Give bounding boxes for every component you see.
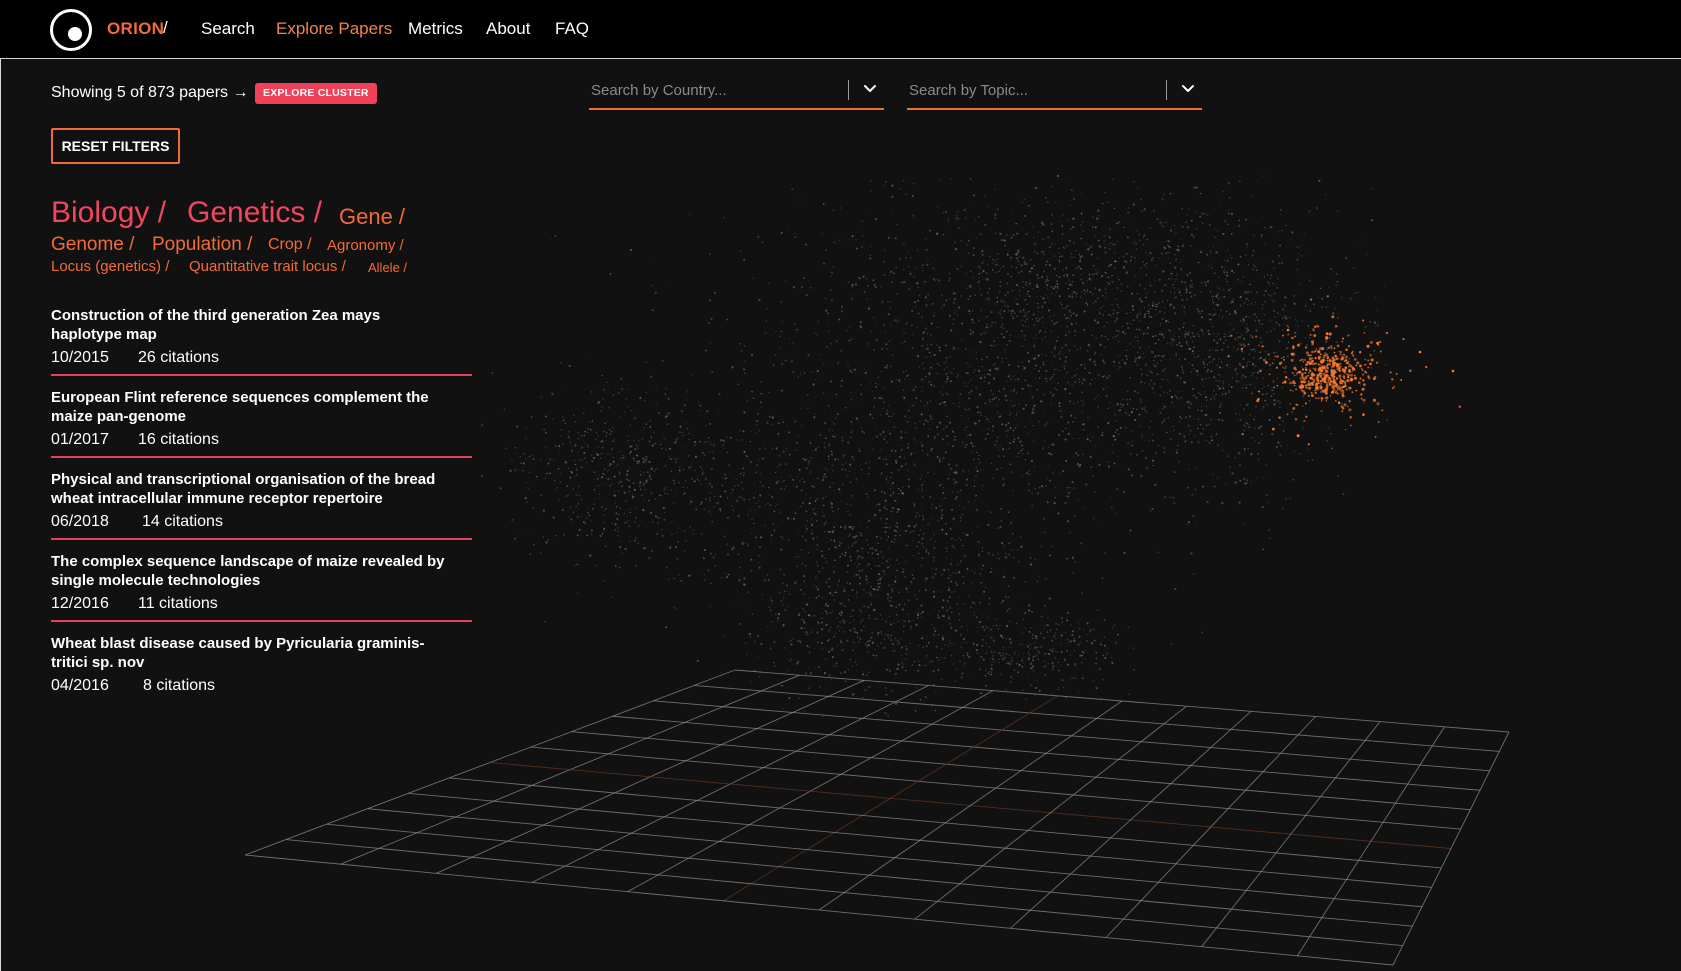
- paper-citations: 16 citations: [138, 431, 219, 448]
- paper-date: 01/2017: [51, 431, 109, 448]
- combo-separator: [1166, 80, 1167, 100]
- list-item[interactable]: Wheat blast disease caused by Pyriculari…: [51, 634, 472, 695]
- breadcrumb-genome[interactable]: Genome /: [51, 234, 134, 256]
- breadcrumb-locus-genetics[interactable]: Locus (genetics) /: [51, 258, 169, 275]
- list-item[interactable]: Construction of the third generation Zea…: [51, 306, 472, 367]
- paper-title-line: wheat intracellular immune receptor repe…: [51, 490, 383, 507]
- breadcrumb-population[interactable]: Population /: [152, 234, 252, 256]
- floor-grid: [244, 669, 1510, 966]
- divider: [51, 374, 472, 376]
- paper-title-line: tritici sp. nov: [51, 654, 145, 671]
- paper-title-line: Construction of the third generation Zea…: [51, 307, 381, 324]
- paper-title[interactable]: Wheat blast disease caused by Pyriculari…: [51, 634, 472, 672]
- paper-meta: 10/2015 26 citations: [51, 348, 472, 367]
- paper-citations: 26 citations: [138, 349, 219, 366]
- breadcrumb-genetics[interactable]: Genetics /: [187, 196, 322, 230]
- paper-title-line: Wheat blast disease caused by Pyriculari…: [51, 635, 425, 652]
- paper-citations: 8 citations: [143, 677, 216, 694]
- paper-citations: 14 citations: [142, 513, 223, 530]
- topic-search-input[interactable]: [909, 78, 1149, 102]
- breadcrumb-crop[interactable]: Crop /: [268, 236, 312, 254]
- divider: [51, 456, 472, 458]
- brand-separator: /: [163, 18, 168, 37]
- chevron-down-icon[interactable]: [862, 80, 878, 96]
- divider: [51, 538, 472, 540]
- paper-title[interactable]: Construction of the third generation Zea…: [51, 306, 472, 344]
- highlighted-cluster[interactable]: [1219, 295, 1461, 446]
- paper-title-line: maize pan-genome: [51, 408, 187, 425]
- paper-title-line: single molecule technologies: [51, 572, 261, 589]
- paper-meta: 06/2018 14 citations: [51, 512, 472, 531]
- paper-title[interactable]: European Flint reference sequences compl…: [51, 388, 472, 426]
- nav-metrics[interactable]: Metrics: [408, 19, 463, 39]
- topic-filter[interactable]: [907, 74, 1202, 110]
- country-filter[interactable]: [589, 74, 884, 110]
- paper-title[interactable]: The complex sequence landscape of maize …: [51, 552, 472, 590]
- paper-meta: 01/2017 16 citations: [51, 430, 472, 449]
- brand-name[interactable]: ORION: [107, 19, 164, 39]
- breadcrumb-agronomy[interactable]: Agronomy /: [327, 237, 404, 254]
- top-navigation-bar: ORION / Search Explore Papers Metrics Ab…: [0, 0, 1681, 59]
- list-item[interactable]: The complex sequence landscape of maize …: [51, 552, 472, 613]
- paper-title-line: haplotype map: [51, 326, 157, 343]
- list-item[interactable]: Physical and transcriptional organisatio…: [51, 470, 472, 531]
- nav-about[interactable]: About: [486, 19, 530, 39]
- paper-date: 06/2018: [51, 513, 109, 530]
- paper-meta: 12/2016 11 citations: [51, 594, 472, 613]
- results-count: Showing 5 of 873 papers →: [51, 84, 249, 101]
- breadcrumb-biology[interactable]: Biology /: [51, 196, 166, 230]
- orion-logo-icon[interactable]: [50, 9, 92, 51]
- paper-citations: 11 citations: [138, 595, 218, 612]
- paper-title-line: The complex sequence landscape of maize …: [51, 553, 445, 570]
- paper-title-line: European Flint reference sequences compl…: [51, 389, 429, 406]
- explore-cluster-button[interactable]: EXPLORE CLUSTER: [255, 83, 377, 104]
- breadcrumb-gene[interactable]: Gene /: [339, 204, 405, 230]
- paper-date: 04/2016: [51, 677, 109, 694]
- list-item[interactable]: European Flint reference sequences compl…: [51, 388, 472, 449]
- nav-search[interactable]: Search: [201, 19, 255, 39]
- nav-explore-papers[interactable]: Explore Papers: [276, 19, 392, 39]
- nav-faq[interactable]: FAQ: [555, 19, 589, 39]
- paper-date: 10/2015: [51, 349, 109, 366]
- paper-point-cloud: [480, 174, 1389, 718]
- paper-meta: 04/2016 8 citations: [51, 676, 472, 695]
- breadcrumb-allele[interactable]: Allele /: [368, 260, 407, 275]
- paper-title[interactable]: Physical and transcriptional organisatio…: [51, 470, 472, 508]
- reset-filters-button[interactable]: RESET FILTERS: [51, 128, 180, 164]
- country-search-input[interactable]: [591, 78, 831, 102]
- divider: [51, 620, 472, 622]
- paper-title-line: Physical and transcriptional organisatio…: [51, 471, 436, 488]
- paper-date: 12/2016: [51, 595, 109, 612]
- breadcrumb-quantitative-trait-locus[interactable]: Quantitative trait locus /: [189, 258, 346, 275]
- explore-papers-app: ORION / Search Explore Papers Metrics Ab…: [0, 0, 1681, 971]
- chevron-down-icon[interactable]: [1180, 80, 1196, 96]
- viewport-border: [0, 59, 1, 971]
- combo-separator: [848, 80, 849, 100]
